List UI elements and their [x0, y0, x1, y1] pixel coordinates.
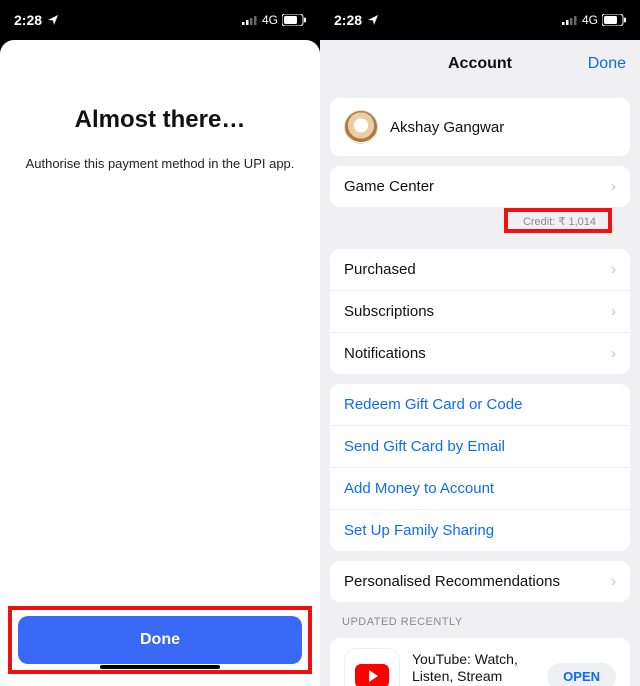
chevron-right-icon: ›: [611, 261, 616, 278]
row-label: Purchased: [344, 261, 416, 278]
row-label: Subscriptions: [344, 303, 434, 320]
personalised-row[interactable]: Personalised Recommendations ›: [330, 561, 630, 602]
notifications-row[interactable]: Notifications ›: [330, 333, 630, 374]
open-button[interactable]: OPEN: [547, 663, 616, 686]
send-gift-row[interactable]: Send Gift Card by Email: [330, 426, 630, 468]
app-title: YouTube: Watch, Listen, Stream: [412, 651, 535, 685]
highlight-box: Done: [8, 606, 312, 674]
account-actions-section: Redeem Gift Card or Code Send Gift Card …: [330, 384, 630, 551]
chevron-right-icon: ›: [611, 178, 616, 195]
add-money-row[interactable]: Add Money to Account: [330, 468, 630, 510]
header: Account Done: [320, 40, 640, 88]
location-icon: [47, 14, 59, 26]
battery-icon: [602, 14, 626, 26]
account-items-section: Purchased › Subscriptions › Notification…: [330, 249, 630, 374]
page-subtitle: Authorise this payment method in the UPI…: [6, 156, 315, 171]
header-done-button[interactable]: Done: [588, 40, 626, 88]
done-button[interactable]: Done: [18, 616, 302, 664]
highlight-box: [504, 208, 612, 233]
status-time: 2:28: [334, 12, 362, 28]
credit-wrap: Credit: ₹ 1,014: [330, 211, 630, 239]
network-label: 4G: [262, 13, 278, 27]
updated-recently-label: UPDATED RECENTLY: [342, 616, 640, 628]
youtube-app-icon: [344, 648, 400, 686]
avatar: [344, 110, 378, 144]
account-screen: Account Done Akshay Gangwar Game Center …: [320, 40, 640, 686]
signal-icon: [562, 15, 578, 25]
chevron-right-icon: ›: [611, 573, 616, 590]
header-title: Account: [448, 55, 512, 73]
status-time: 2:28: [14, 12, 42, 28]
user-row[interactable]: Akshay Gangwar: [330, 98, 630, 156]
page-title: Almost there…: [75, 106, 246, 134]
game-center-section: Game Center ›: [330, 166, 630, 207]
chevron-right-icon: ›: [611, 303, 616, 320]
row-label: Notifications: [344, 345, 426, 362]
payment-confirmation-screen: Almost there… Authorise this payment met…: [0, 40, 320, 686]
subscriptions-row[interactable]: Subscriptions ›: [330, 291, 630, 333]
personalised-section: Personalised Recommendations ›: [330, 561, 630, 602]
network-label: 4G: [582, 13, 598, 27]
row-label: Game Center: [344, 178, 434, 195]
signal-icon: [242, 15, 258, 25]
app-row[interactable]: YouTube: Watch, Listen, Stream Today OPE…: [330, 638, 630, 686]
chevron-right-icon: ›: [611, 345, 616, 362]
home-indicator[interactable]: [100, 665, 220, 669]
purchased-row[interactable]: Purchased ›: [330, 249, 630, 291]
row-label: Personalised Recommendations: [344, 573, 560, 590]
status-bar: 2:28 4G: [320, 0, 640, 40]
updated-recently-section: YouTube: Watch, Listen, Stream Today OPE…: [330, 638, 630, 686]
game-center-row[interactable]: Game Center ›: [330, 166, 630, 207]
user-section: Akshay Gangwar: [330, 98, 630, 156]
family-sharing-row[interactable]: Set Up Family Sharing: [330, 510, 630, 551]
youtube-icon: [355, 664, 389, 686]
user-name: Akshay Gangwar: [390, 119, 504, 136]
status-bar: 2:28 4G: [0, 0, 320, 40]
battery-icon: [282, 14, 306, 26]
redeem-row[interactable]: Redeem Gift Card or Code: [330, 384, 630, 426]
location-icon: [367, 14, 379, 26]
